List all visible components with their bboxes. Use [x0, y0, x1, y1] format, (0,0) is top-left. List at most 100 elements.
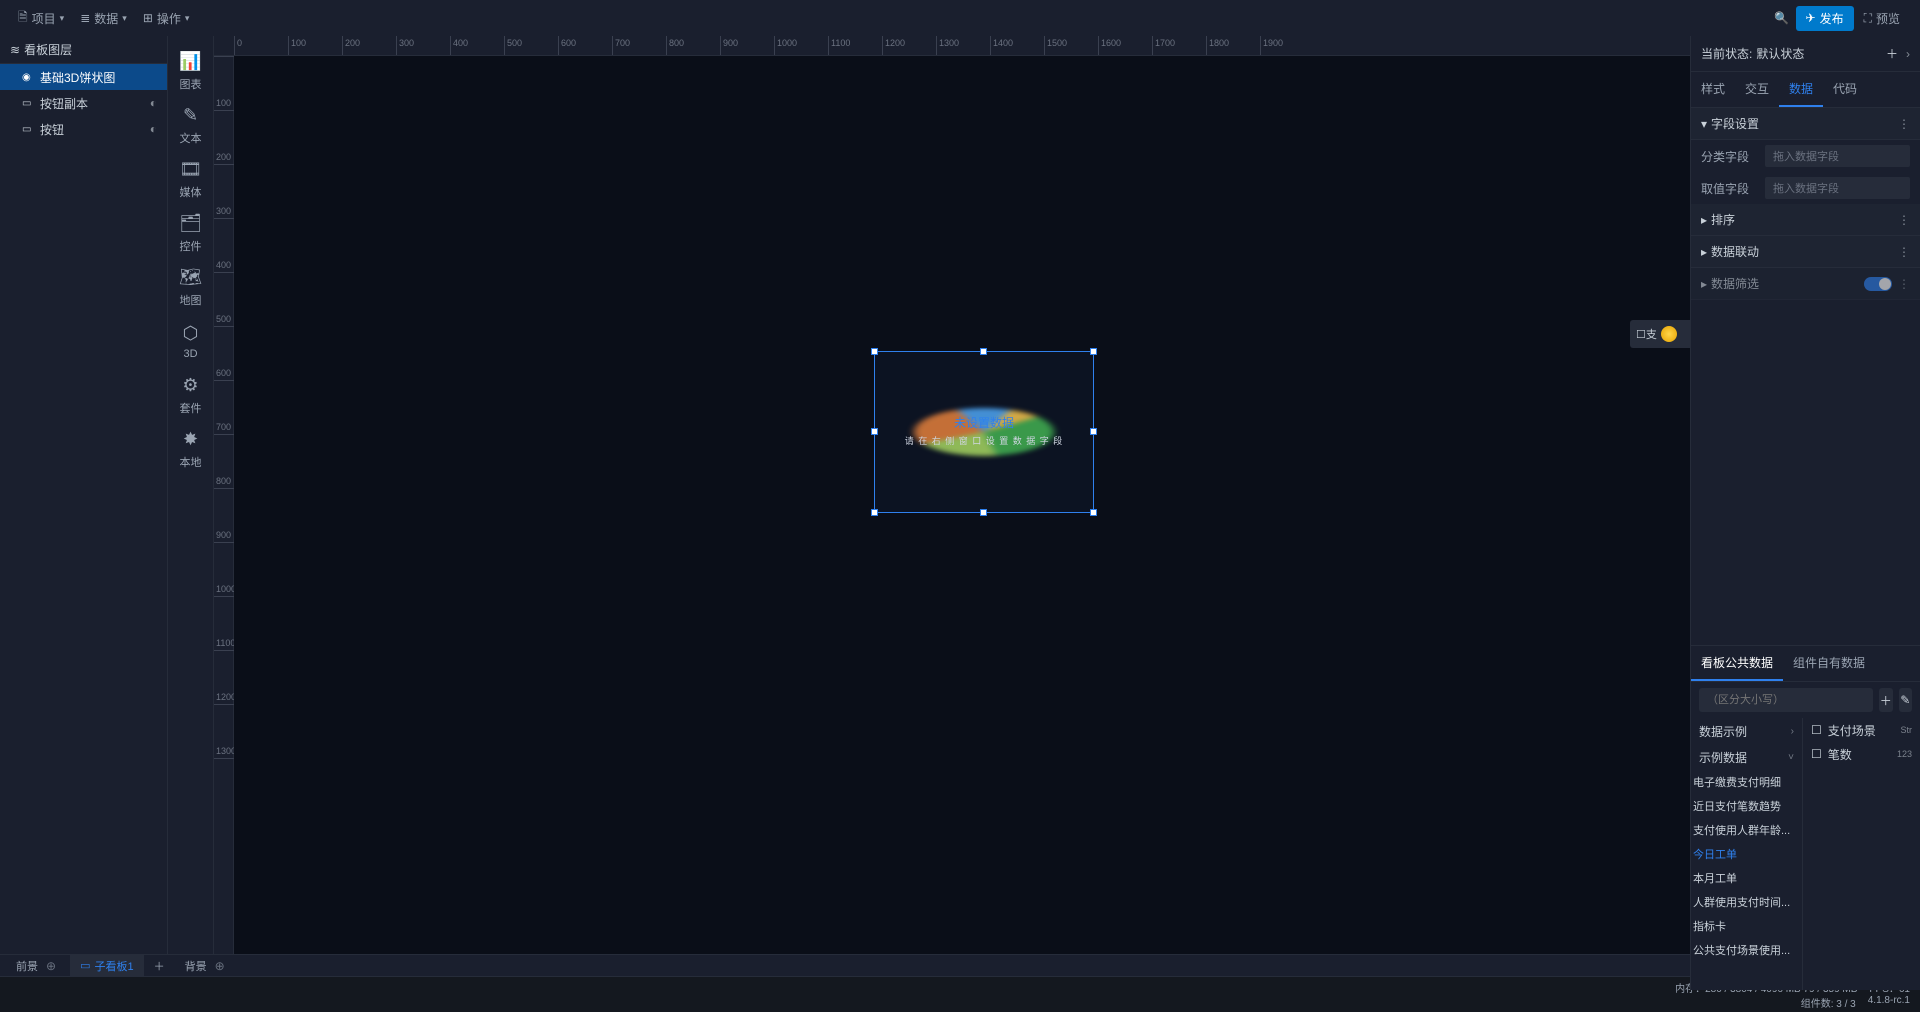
- resize-handle-n[interactable]: [980, 348, 987, 355]
- topbar: 🗎 项目 ▾ ≣ 数据 ▾ ⊞ 操作 ▾ 🔍 ✈ 发布 ⛶ 预览: [0, 0, 1920, 36]
- section-data-link[interactable]: ▸ 数据联动 ⋮: [1691, 236, 1920, 268]
- tool-label: 控件: [180, 238, 202, 254]
- tool-icon: 🎞: [179, 159, 202, 180]
- menu-data[interactable]: ≣ 数据 ▾: [72, 6, 135, 31]
- collapse-label: 支: [1646, 326, 1657, 342]
- menu-operation[interactable]: ⊞ 操作 ▾: [135, 6, 198, 31]
- resize-handle-sw[interactable]: [871, 509, 878, 516]
- section-field-settings[interactable]: ▾ 字段设置 ⋮: [1691, 108, 1920, 140]
- pie-chart-placeholder[interactable]: 未设置数据 请 在 右 侧 窗 口 设 置 数 据 字 段: [875, 352, 1093, 512]
- publish-label: 发布: [1820, 10, 1844, 27]
- tool-套件[interactable]: ⚙套件: [168, 368, 214, 422]
- tool-图表[interactable]: 📊图表: [168, 44, 214, 98]
- resize-handle-nw[interactable]: [871, 348, 878, 355]
- preview-button[interactable]: ⛶ 预览: [1854, 6, 1910, 31]
- canvas-stage[interactable]: 未设置数据 请 在 右 侧 窗 口 设 置 数 据 字 段: [234, 56, 1690, 954]
- grid-icon: ⊞: [143, 11, 153, 25]
- tab-background-label: 背景: [185, 958, 207, 974]
- tool-3D[interactable]: ⬡3D: [168, 314, 214, 368]
- data-tab-board[interactable]: 看板公共数据: [1691, 646, 1783, 681]
- tool-媒体[interactable]: 🎞 媒体: [168, 152, 214, 206]
- button-icon: ▭: [22, 98, 34, 109]
- data-group-label: 数据示例: [1699, 723, 1747, 740]
- tool-本地[interactable]: ✸本地: [168, 422, 214, 476]
- data-source-item[interactable]: 支付使用人群年龄...: [1691, 818, 1802, 842]
- tool-label: 图表: [180, 76, 202, 92]
- publish-button[interactable]: ✈ 发布: [1796, 6, 1854, 31]
- default-state-value: 默认状态: [1756, 45, 1804, 62]
- add-icon[interactable]: ⊕: [211, 959, 229, 973]
- category-field-dropzone[interactable]: 拖入数据字段: [1765, 145, 1910, 167]
- no-data-title: 未设置数据: [954, 414, 1014, 431]
- tool-icon: 🗂: [179, 213, 202, 234]
- section-data-filter-label: 数据筛选: [1711, 275, 1759, 292]
- visibility-icon[interactable]: ◐: [150, 122, 157, 136]
- tool-label: 媒体: [180, 184, 202, 200]
- component-toolbar: 📊图表✎文本 🎞 媒体 🗂 控件 🗺地图⬡3D⚙套件✸本地: [168, 36, 214, 954]
- more-icon[interactable]: ⋮: [1898, 117, 1910, 131]
- status-version: 4.1.8-rc.1: [1868, 995, 1910, 1010]
- data-tab-component[interactable]: 组件自有数据: [1783, 646, 1875, 681]
- resize-handle-se[interactable]: [1090, 509, 1097, 516]
- tab-code[interactable]: 代码: [1823, 72, 1867, 107]
- data-source-item[interactable]: 电子缴费支付明细: [1691, 770, 1802, 794]
- add-state-button[interactable]: ＋: [1882, 45, 1902, 62]
- layer-item[interactable]: ▭按钮◐: [0, 116, 167, 142]
- tool-文本[interactable]: ✎文本: [168, 98, 214, 152]
- data-group-label: 示例数据: [1699, 749, 1747, 766]
- layers-panel-head: ≋ 看板图层: [0, 36, 167, 64]
- data-source-item[interactable]: 公共支付场景使用...: [1691, 938, 1802, 954]
- more-icon[interactable]: ⋮: [1898, 213, 1910, 227]
- data-add-button[interactable]: ＋: [1879, 688, 1893, 712]
- data-source-item[interactable]: 指标卡: [1691, 914, 1802, 938]
- data-source-item[interactable]: 近日支付笔数趋势: [1691, 794, 1802, 818]
- layer-item[interactable]: ◉基础3D饼状图: [0, 64, 167, 90]
- menu-project[interactable]: 🗎 项目 ▾: [10, 4, 72, 33]
- data-group[interactable]: 数据示例›: [1691, 718, 1802, 744]
- layer-item[interactable]: ▭按钮副本◐: [0, 90, 167, 116]
- resize-handle-ne[interactable]: [1090, 348, 1097, 355]
- layers-icon: ≋: [10, 43, 20, 57]
- data-source-item[interactable]: 本月工单: [1691, 866, 1802, 890]
- tab-data[interactable]: 数据: [1779, 72, 1823, 107]
- doc-icon: 🗎: [18, 8, 28, 29]
- data-source-item[interactable]: 今日工单: [1691, 842, 1802, 866]
- tab-foreground[interactable]: 前景 ⊕: [6, 955, 70, 977]
- tab-background[interactable]: 背景 ⊕: [175, 955, 239, 977]
- resize-handle-s[interactable]: [980, 509, 987, 516]
- panel-collapse-tab[interactable]: ☐ 支: [1630, 320, 1690, 348]
- tool-控件[interactable]: 🗂 控件: [168, 206, 214, 260]
- visibility-icon[interactable]: ◐: [150, 96, 157, 110]
- data-edit-button[interactable]: ✎: [1899, 688, 1913, 712]
- data-source-panel: 看板公共数据 组件自有数据 ＋ ✎ 数据示例›示例数据˅电子缴费支付明细近日支付…: [1690, 645, 1920, 954]
- section-sort[interactable]: ▸ 排序 ⋮: [1691, 204, 1920, 236]
- data-field-item[interactable]: ☐支付场景Str: [1803, 718, 1920, 742]
- resize-handle-e[interactable]: [1090, 428, 1097, 435]
- resize-handle-w[interactable]: [871, 428, 878, 435]
- tool-label: 地图: [180, 292, 202, 308]
- selection-box[interactable]: 未设置数据 请 在 右 侧 窗 口 设 置 数 据 字 段: [874, 351, 1094, 513]
- tab-style[interactable]: 样式: [1691, 72, 1735, 107]
- data-field-item[interactable]: ☐笔数123: [1803, 742, 1920, 766]
- no-data-hint: 请 在 右 侧 窗 口 设 置 数 据 字 段: [905, 434, 1064, 447]
- tab-interact[interactable]: 交互: [1735, 72, 1779, 107]
- tab-subboard[interactable]: ▭ 子看板1: [70, 955, 144, 977]
- tool-地图[interactable]: 🗺地图: [168, 260, 214, 314]
- data-source-item[interactable]: 人群使用支付时间...: [1691, 890, 1802, 914]
- layers-panel-title: 看板图层: [24, 41, 72, 58]
- more-icon[interactable]: ⋮: [1898, 277, 1910, 291]
- tab-add[interactable]: ＋: [144, 955, 175, 977]
- send-icon: ✈: [1806, 11, 1816, 25]
- data-filter-toggle[interactable]: [1864, 277, 1892, 291]
- data-search-input[interactable]: [1699, 688, 1873, 712]
- section-data-filter[interactable]: ▸ 数据筛选 ⋮: [1691, 268, 1920, 300]
- data-group[interactable]: 示例数据˅: [1691, 744, 1802, 770]
- more-icon[interactable]: ⋮: [1898, 245, 1910, 259]
- tab-foreground-label: 前景: [16, 958, 38, 974]
- add-icon[interactable]: ⊕: [42, 959, 60, 973]
- preview-label: 预览: [1876, 10, 1900, 27]
- value-field-dropzone[interactable]: 拖入数据字段: [1765, 177, 1910, 199]
- checkbox-icon: ☐: [1811, 723, 1822, 737]
- board-tabs-bar: 前景 ⊕ ▭ 子看板1 ＋ 背景 ⊕ 69.79% ▾ ▭: [0, 954, 1920, 976]
- search-button[interactable]: 🔍: [1768, 4, 1796, 32]
